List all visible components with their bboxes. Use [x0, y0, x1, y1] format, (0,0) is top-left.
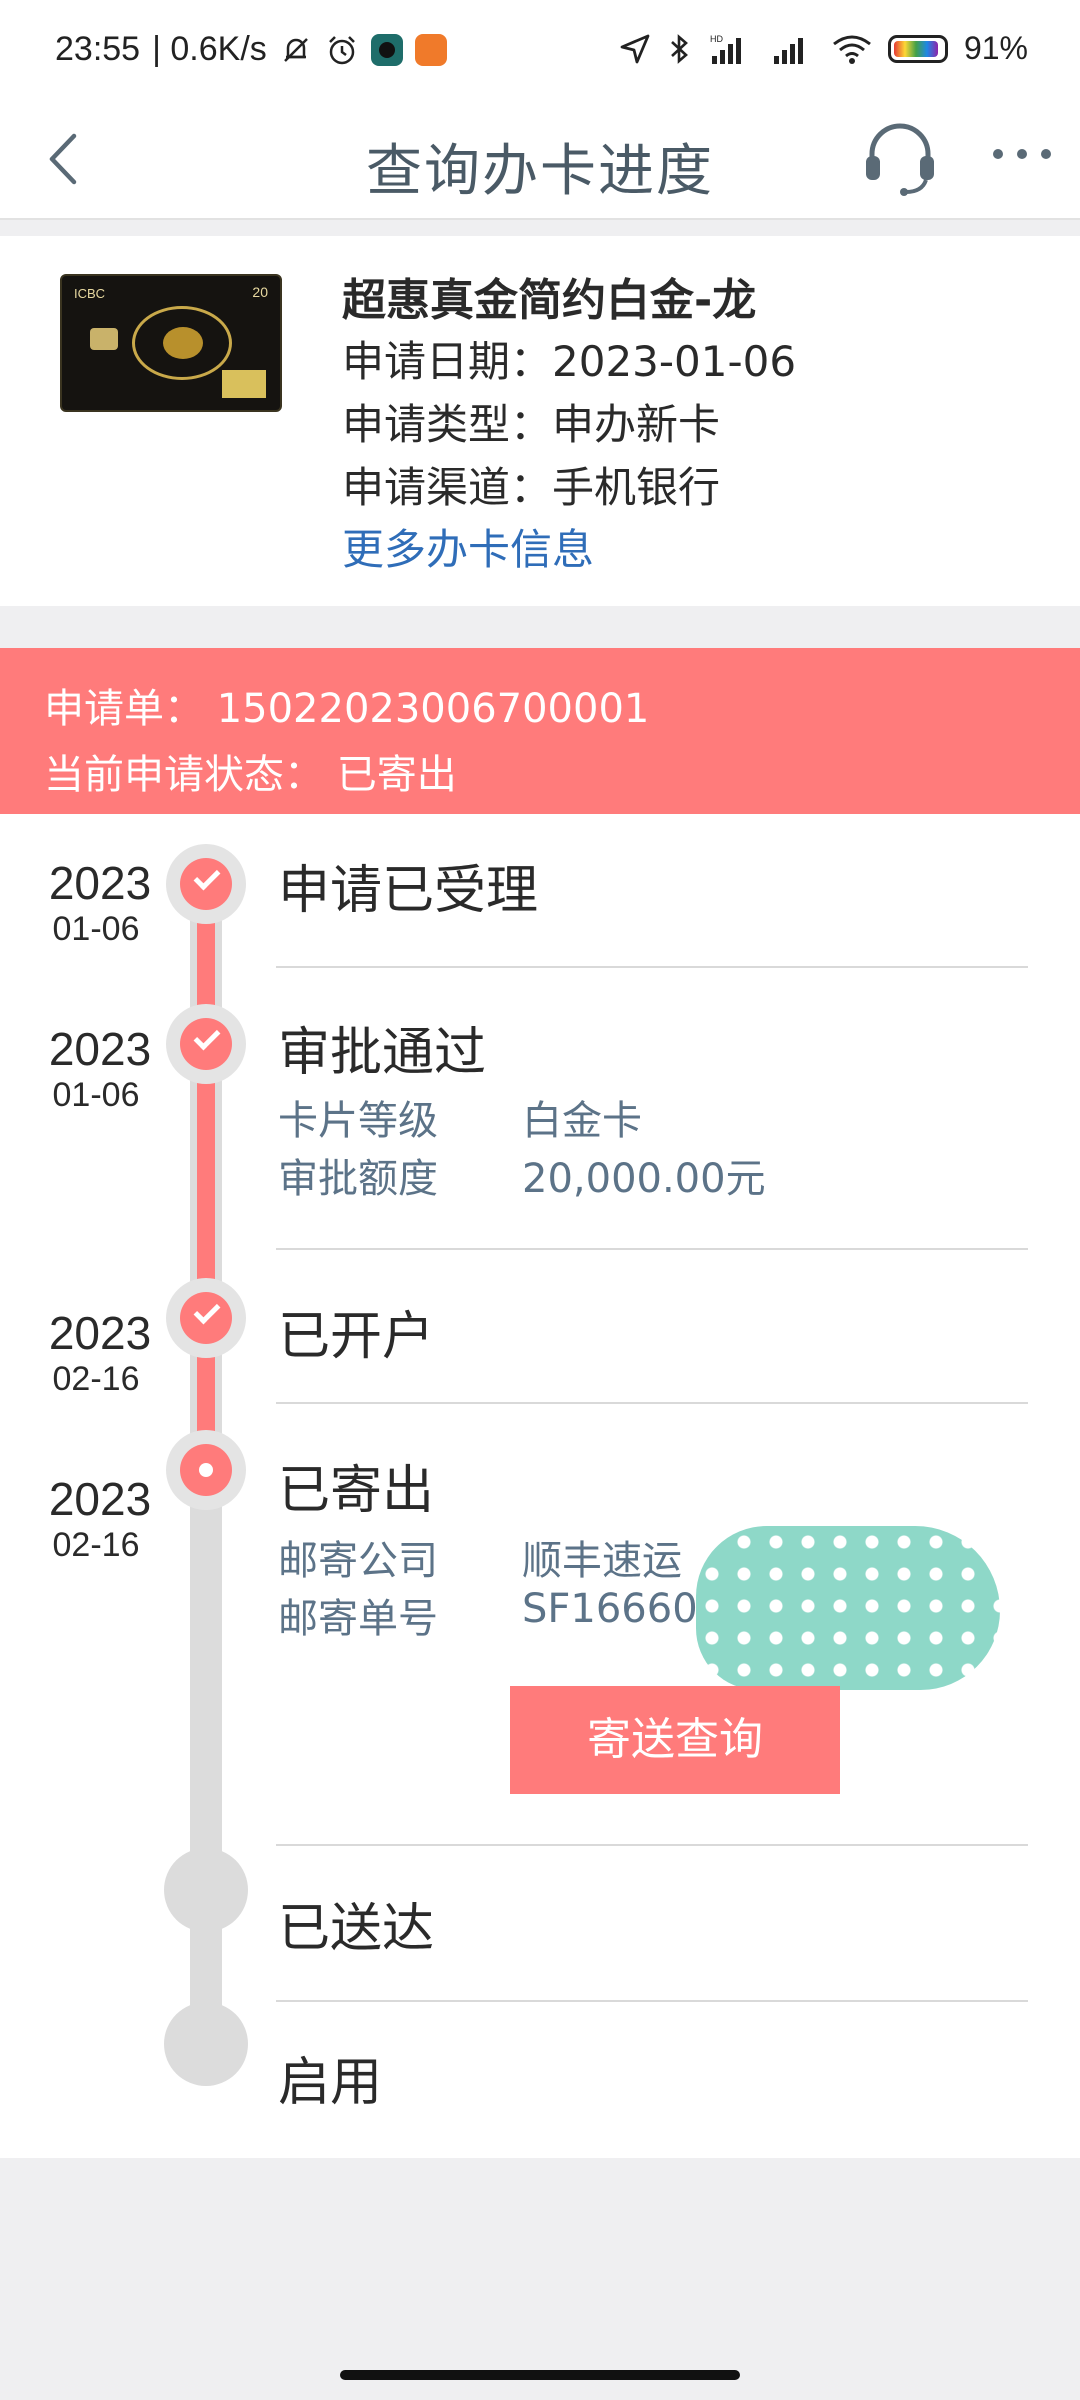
- step-title: 已寄出: [278, 1461, 435, 1521]
- card-product-name: 超惠真金简约白金-龙: [342, 275, 757, 326]
- divider: [276, 1844, 1028, 1846]
- bluetooth-icon: [671, 33, 688, 64]
- mute-bell-icon: [283, 37, 308, 62]
- step-year: 2023: [48, 1307, 152, 1359]
- more-card-info-link[interactable]: 更多办卡信息: [342, 516, 594, 577]
- apply-channel: 申请渠道：手机银行: [342, 463, 721, 512]
- step-date: 01-06: [52, 910, 140, 948]
- qq-notification-icon: [414, 33, 447, 66]
- card-mark-text: 20: [252, 284, 268, 300]
- current-status: 当前申请状态： 已寄出: [44, 752, 457, 798]
- application-number: 申请单： 15022023006700001: [44, 686, 650, 732]
- apply-date: 申请日期：2023-01-06: [342, 337, 797, 386]
- signal-hd-icon: HD: [710, 34, 741, 64]
- headset-icon[interactable]: [862, 118, 938, 198]
- alarm-icon: [328, 35, 355, 64]
- step-title: 审批通过: [278, 1023, 487, 1083]
- dragon-emblem-icon: [132, 306, 232, 380]
- timeline-progress-track: [197, 872, 215, 1472]
- navigation-bar: 查询办卡进度: [0, 104, 1080, 220]
- card-level-value: 白金卡: [522, 1098, 642, 1144]
- courier-company-value: 顺丰速运: [522, 1538, 682, 1584]
- progress-timeline: 2023 01-06 申请已受理 2023 01-06 审批通过 卡片等级 白金…: [0, 814, 1080, 2158]
- detail-label: 卡片等级: [278, 1098, 438, 1144]
- app-notification-icon: [370, 33, 403, 66]
- wifi-icon: [833, 35, 871, 64]
- status-right: HD 91%: [618, 30, 1028, 67]
- check-icon: [193, 1023, 221, 1051]
- card-brand-text: ICBC: [74, 286, 106, 301]
- battery-icon: [887, 34, 948, 63]
- card-info-panel: ICBC 20 超惠真金简约白金-龙 申请日期：2023-01-06 申请类型：…: [0, 236, 1080, 606]
- signal-icon: [773, 37, 803, 64]
- detail-label: 邮寄单号: [278, 1596, 438, 1642]
- credit-card-image: ICBC 20: [60, 274, 282, 412]
- apply-type: 申请类型：申办新卡: [342, 400, 721, 449]
- svg-text:HD: HD: [710, 34, 723, 44]
- step-date: 02-16: [52, 1526, 140, 1564]
- home-indicator[interactable]: [340, 2370, 740, 2380]
- divider: [276, 2000, 1028, 2002]
- step-year: 2023: [48, 1023, 152, 1075]
- card-network-logo-icon: [222, 370, 266, 398]
- current-dot-icon: [199, 1463, 213, 1477]
- card-chip-icon: [90, 328, 118, 350]
- detail-label: 审批额度: [278, 1156, 438, 1202]
- step-date: 02-16: [52, 1360, 140, 1398]
- shipping-query-button[interactable]: 寄送查询: [510, 1686, 840, 1794]
- redaction-sticker: [696, 1526, 1000, 1690]
- step-date: 01-06: [52, 1076, 140, 1114]
- battery-fill: [893, 40, 938, 57]
- check-icon: [193, 863, 221, 891]
- step-year: 2023: [48, 857, 152, 909]
- more-dots-icon[interactable]: [990, 134, 1054, 174]
- status-left: 23:55 | 0.6K/s: [55, 30, 447, 69]
- application-status-banner: 申请单： 15022023006700001 当前申请状态： 已寄出: [0, 648, 1080, 814]
- step-title: 已开户: [278, 1307, 435, 1367]
- battery-percent: 91%: [963, 30, 1028, 66]
- divider: [276, 1248, 1028, 1250]
- status-bar: 23:55 | 0.6K/s HD 91%: [0, 0, 1080, 104]
- step-title: 启用: [278, 2053, 383, 2113]
- location-icon: [620, 34, 650, 63]
- tracking-number-value: SF16660: [522, 1586, 698, 1632]
- status-time: 23:55: [55, 30, 141, 68]
- step-pending-node: [164, 2002, 248, 2086]
- detail-label: 邮寄公司: [278, 1538, 438, 1584]
- divider: [276, 1402, 1028, 1404]
- network-speed: | 0.6K/s: [152, 30, 267, 68]
- step-title: 申请已受理: [278, 861, 539, 921]
- check-icon: [193, 1297, 221, 1325]
- step-pending-node: [164, 1848, 248, 1932]
- credit-limit-value: 20,000.00元: [522, 1156, 766, 1202]
- divider: [276, 966, 1028, 968]
- step-year: 2023: [48, 1473, 152, 1525]
- step-title: 已送达: [278, 1899, 435, 1959]
